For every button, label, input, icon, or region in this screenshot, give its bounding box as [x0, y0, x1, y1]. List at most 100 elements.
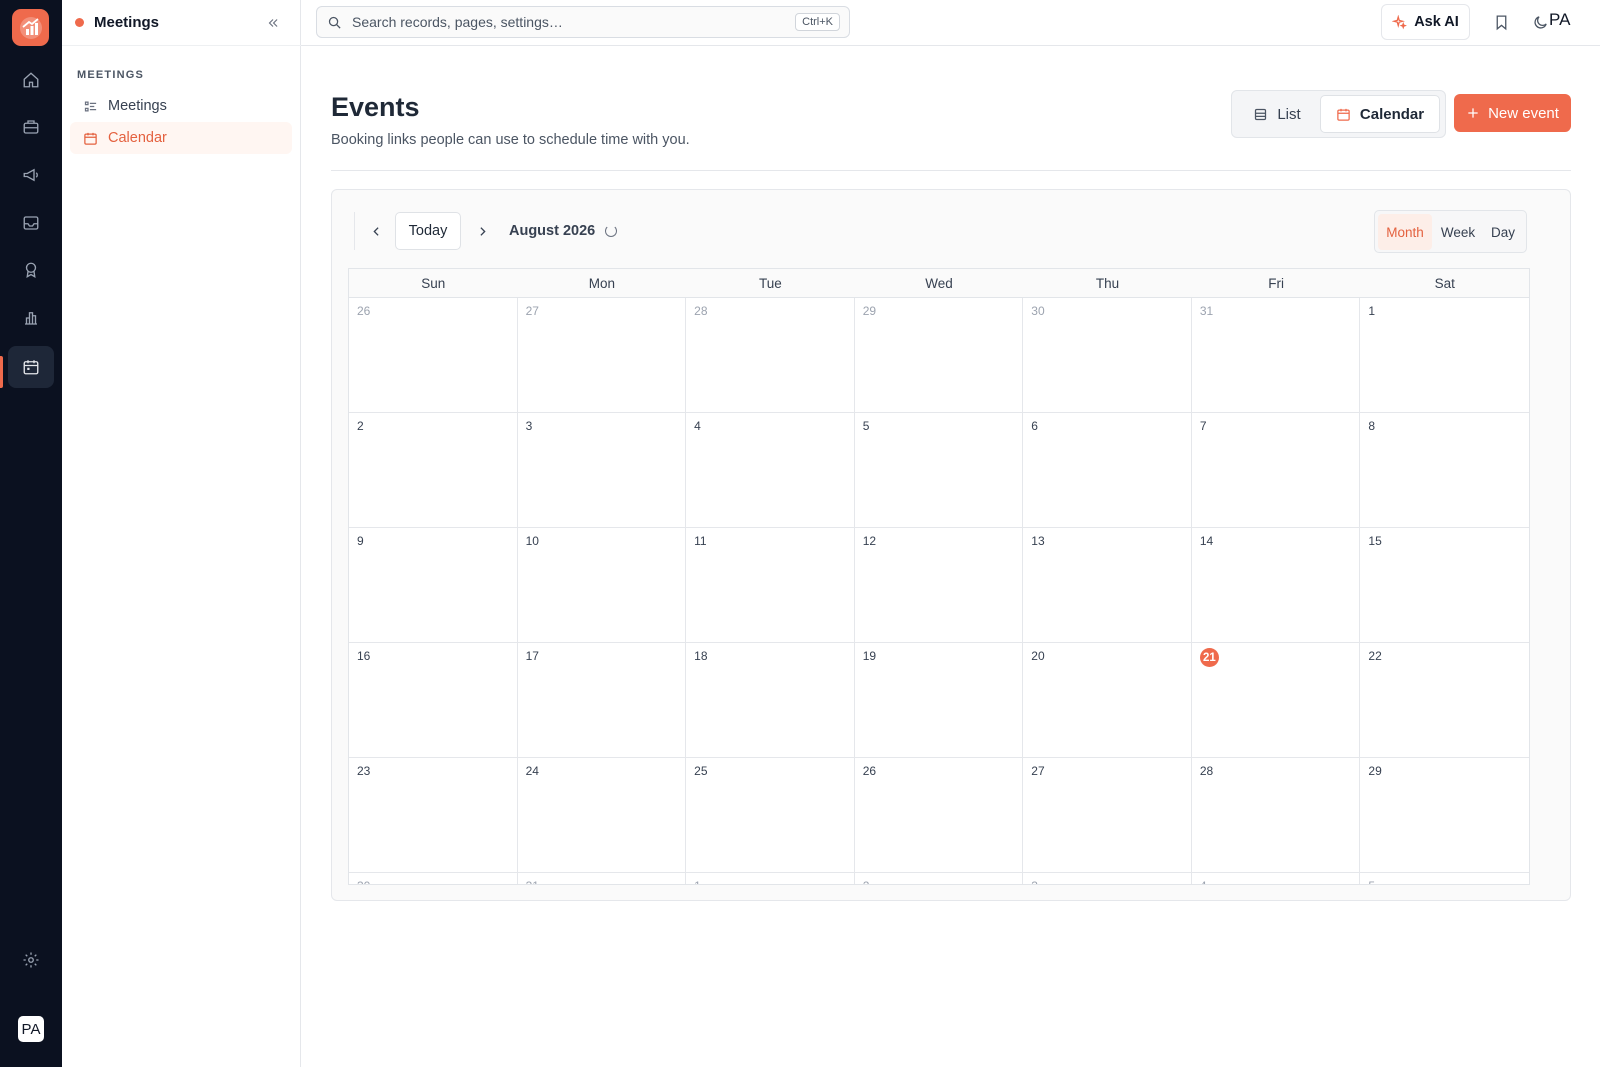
day-cell[interactable]: 18 [686, 643, 855, 758]
search-icon [328, 16, 341, 29]
day-cell[interactable]: 1 [1360, 298, 1529, 413]
day-number: 18 [694, 649, 708, 663]
sidebar-item-meetings[interactable]: Meetings [70, 90, 292, 122]
day-cell[interactable]: 22 [1360, 643, 1529, 758]
day-cell[interactable]: 3 [517, 413, 687, 528]
rail-awards[interactable] [8, 249, 54, 291]
day-cell[interactable]: 10 [517, 528, 687, 643]
day-cell[interactable]: 12 [854, 528, 1024, 643]
day-cell[interactable]: 11 [686, 528, 855, 643]
logo-icon [19, 16, 42, 39]
page-title: Events [331, 92, 420, 122]
today-button[interactable]: Today [395, 212, 461, 250]
day-number: 29 [862, 304, 877, 318]
day-cell[interactable]: 13 [1023, 528, 1192, 643]
bookmark-button[interactable] [1490, 11, 1512, 33]
day-cell-today[interactable]: 21 [1191, 643, 1361, 758]
day-cell[interactable]: 16 [349, 643, 518, 758]
day-cell[interactable]: 28 [686, 298, 855, 413]
rail-home[interactable] [8, 59, 54, 101]
user-avatar[interactable]: PA [18, 1016, 44, 1042]
day-cell[interactable]: 3 [1023, 873, 1192, 884]
day-number: 2 [357, 419, 364, 433]
theme-toggle-button[interactable] [1529, 11, 1551, 33]
day-cell[interactable]: 15 [1360, 528, 1529, 643]
day-number: 12 [862, 534, 877, 548]
day-cell[interactable]: 27 [1023, 758, 1192, 873]
day-cell[interactable]: 1 [686, 873, 855, 884]
list-icon [1253, 107, 1268, 122]
previous-month-button[interactable] [361, 212, 391, 250]
app-logo[interactable] [12, 9, 49, 46]
app-root: PA Meetings MEETINGS Meetings Calendar S… [0, 0, 1600, 1067]
day-cell[interactable]: 30 [349, 873, 518, 884]
search-input[interactable]: Search records, pages, settings… Ctrl+K [316, 6, 850, 38]
moon-icon [1533, 15, 1547, 29]
day-cell[interactable]: 24 [517, 758, 687, 873]
day-number: 1 [694, 879, 701, 884]
rail-settings[interactable] [8, 939, 54, 981]
day-range-button[interactable]: Day [1483, 214, 1523, 250]
day-cell[interactable]: 31 [1191, 298, 1361, 413]
calendar-icon [23, 360, 39, 375]
day-cell[interactable]: 4 [1192, 873, 1361, 884]
megaphone-icon [23, 168, 38, 182]
week-range-button[interactable]: Week [1435, 214, 1481, 250]
day-cell[interactable]: 2 [349, 413, 518, 528]
collapse-sidebar-button[interactable] [262, 12, 284, 34]
month-range-button[interactable]: Month [1378, 214, 1432, 250]
day-cell[interactable]: 7 [1191, 413, 1361, 528]
day-cell[interactable]: 8 [1360, 413, 1529, 528]
day-cell[interactable]: 27 [517, 298, 687, 413]
user-avatar[interactable]: PA [1549, 10, 1570, 30]
day-number: 17 [525, 649, 539, 663]
calendar-icon [82, 130, 98, 146]
day-cell[interactable]: 20 [1023, 643, 1192, 758]
day-number: 5 [862, 419, 870, 433]
next-month-button[interactable] [467, 212, 497, 250]
day-cell[interactable]: 19 [854, 643, 1024, 758]
day-cell[interactable]: 2 [855, 873, 1024, 884]
sidebar-item-calendar[interactable]: Calendar [70, 122, 292, 154]
day-number: 30 [1031, 304, 1045, 318]
day-cell[interactable]: 31 [518, 873, 687, 884]
sidebar-header: Meetings [62, 0, 301, 46]
day-cell[interactable]: 5 [854, 413, 1024, 528]
rail-campaigns[interactable] [8, 154, 54, 196]
day-number: 7 [1199, 419, 1207, 433]
day-cell[interactable]: 30 [1023, 298, 1192, 413]
rail-inbox[interactable] [8, 202, 54, 244]
day-number: 6 [1031, 419, 1038, 433]
day-cell[interactable]: 14 [1191, 528, 1361, 643]
weekday-header: Sun Mon Tue Wed Thu Fri Sat [349, 269, 1529, 298]
loading-spinner-icon [605, 225, 618, 237]
day-number: 14 [1199, 534, 1214, 548]
day-cell[interactable]: 26 [349, 298, 518, 413]
new-event-button[interactable]: New event [1454, 94, 1571, 132]
day-cell[interactable]: 28 [1191, 758, 1361, 873]
day-cell[interactable]: 4 [686, 413, 855, 528]
month-grid-body: 26 27 28 29 30 31 1 2 3 4 5 6 7 8 9 10 11 12 13 14 15 16 17 18 1… [349, 298, 1529, 884]
day-cell[interactable]: 29 [854, 298, 1024, 413]
day-cell[interactable]: 9 [349, 528, 518, 643]
calendar-view-button[interactable]: Calendar [1320, 95, 1440, 133]
day-number: 20 [1031, 649, 1045, 663]
day-cell[interactable]: 25 [686, 758, 855, 873]
day-cell[interactable]: 29 [1360, 758, 1529, 873]
rail-calendar[interactable] [8, 346, 54, 388]
rail-deals[interactable] [8, 106, 54, 148]
day-cell[interactable]: 6 [1023, 413, 1192, 528]
chevrons-left-icon [268, 19, 278, 27]
day-cell[interactable]: 26 [854, 758, 1024, 873]
day-number: 9 [357, 534, 364, 548]
rail-active-indicator [0, 356, 3, 388]
day-cell[interactable]: 23 [349, 758, 518, 873]
day-cell[interactable]: 17 [517, 643, 687, 758]
day-cell[interactable]: 5 [1360, 873, 1529, 884]
list-view-button[interactable]: List [1236, 95, 1318, 133]
rail-reports[interactable] [8, 297, 54, 339]
main-content: Events Booking links people can use to s… [301, 46, 1600, 1067]
ask-ai-button[interactable]: Ask AI [1381, 4, 1470, 40]
list-icon [82, 98, 98, 114]
sidebar-item-label: Calendar [108, 130, 167, 146]
